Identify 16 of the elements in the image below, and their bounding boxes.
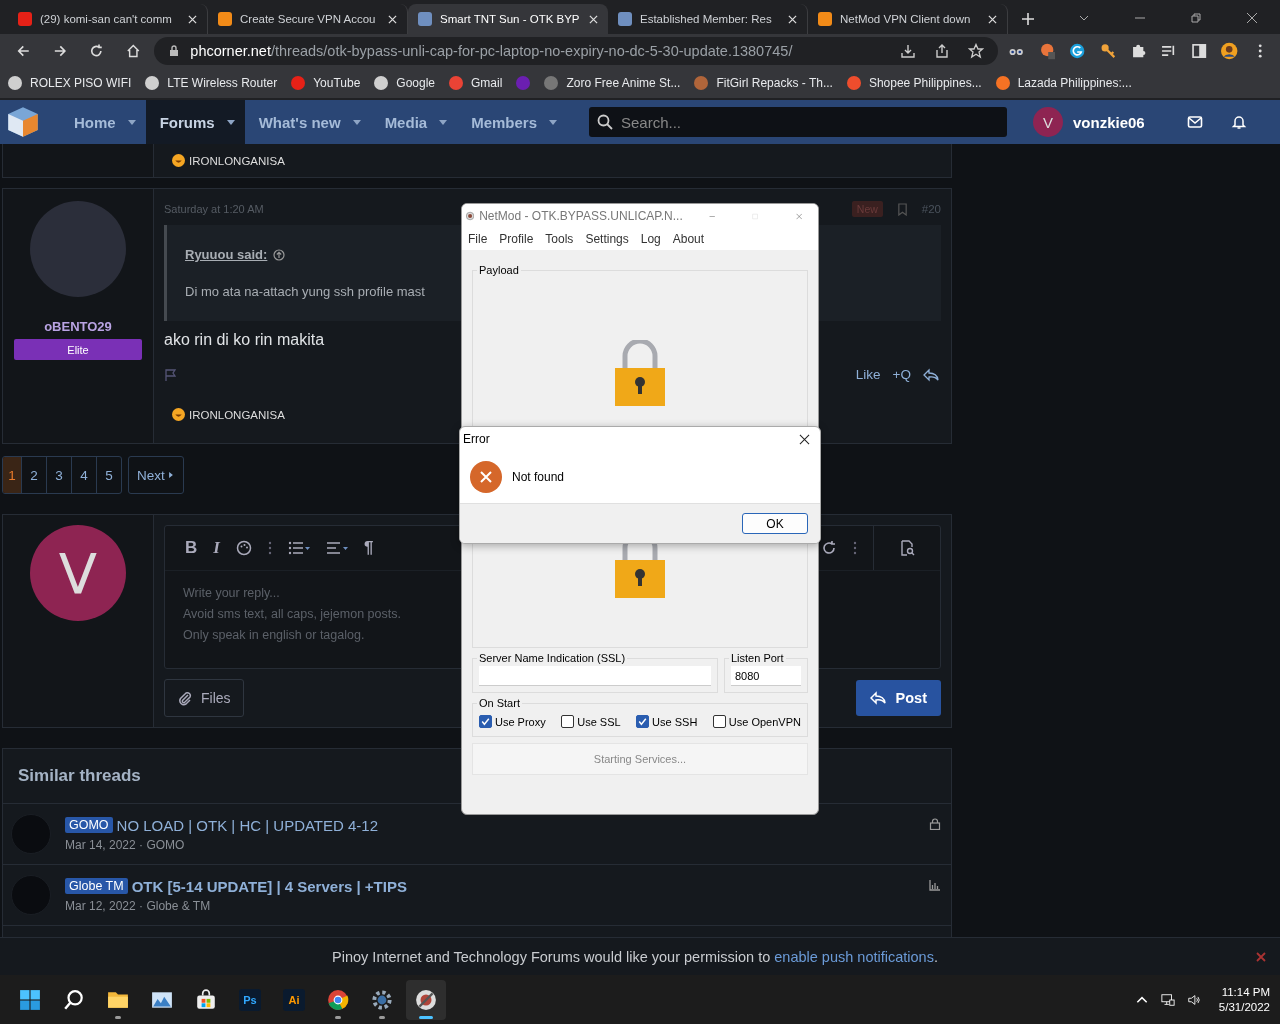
thread-meta: Mar 12, 2022 · Globe & TM xyxy=(65,898,212,913)
group-label: Server Name Indication (SSL) xyxy=(478,652,627,664)
post-text: ako rin di ko rin makita xyxy=(164,331,326,349)
group-label: Listen Port xyxy=(730,652,785,664)
window-title: NetMod - OTK.BYPASS.UNLICAP.N... xyxy=(479,209,683,223)
dialog-title: Error xyxy=(463,432,490,446)
user-avatar: V xyxy=(30,525,126,621)
group-label: Payload xyxy=(478,264,520,276)
notification-prompt: Pinoy Internet and Technology Forums would like your permission to enable push notifications. xyxy=(332,948,938,965)
user-rank-banner: Elite xyxy=(14,339,142,360)
app-logo-icon: Ai xyxy=(283,988,305,1011)
quote-text: Di mo ata na-attach yung ssh profile mast xyxy=(185,284,426,299)
thread-meta: Mar 14, 2022 · GOMO xyxy=(65,837,186,852)
error-message: Not found xyxy=(512,470,565,484)
group-label: On Start xyxy=(478,697,521,709)
app-logo-icon: Ps xyxy=(239,988,261,1011)
